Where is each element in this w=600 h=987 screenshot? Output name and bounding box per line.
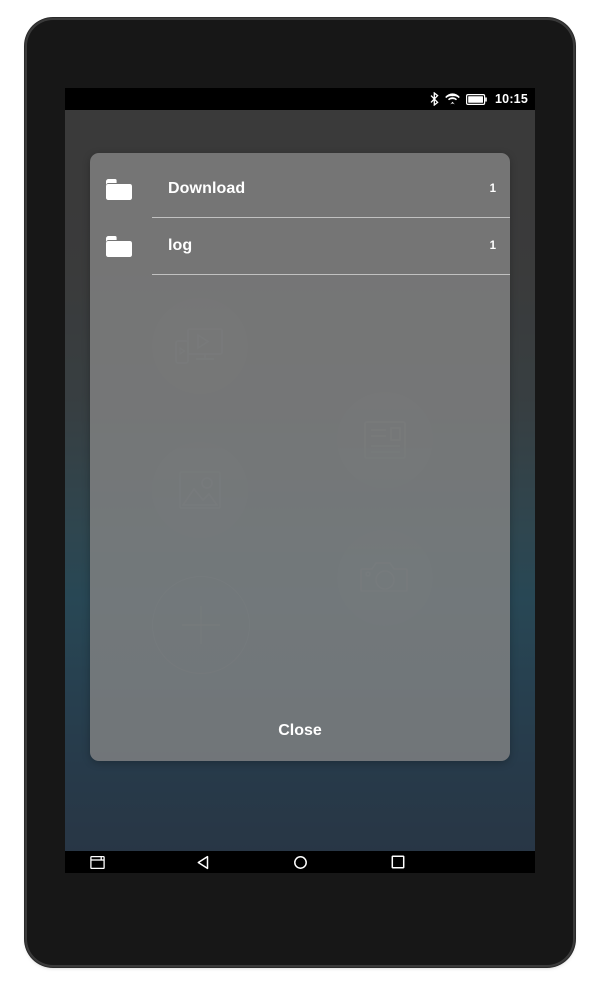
- navigation-bar: [65, 851, 535, 873]
- nav-home-button[interactable]: [278, 851, 322, 873]
- bluetooth-icon: [430, 92, 439, 106]
- list-item[interactable]: Download 1: [90, 161, 510, 217]
- folder-count: 1: [489, 240, 496, 252]
- folder-picker-dialog: Download 1 log 1 Close: [90, 153, 510, 761]
- nav-recents-button[interactable]: [376, 851, 420, 873]
- status-bar: 10:15: [65, 88, 535, 110]
- wifi-icon: [445, 92, 460, 106]
- folder-icon: [106, 235, 136, 257]
- list-divider: [152, 274, 510, 275]
- list-item[interactable]: log 1: [90, 218, 510, 274]
- folder-list: Download 1 log 1: [90, 153, 510, 701]
- folder-name: log: [168, 237, 193, 254]
- device-screen: Download 1 log 1 Close 10:15: [65, 88, 535, 873]
- folder-count: 1: [489, 183, 496, 195]
- folder-icon: [106, 178, 136, 200]
- status-bar-clock: 10:15: [495, 92, 528, 106]
- nav-screenshot-button[interactable]: [75, 851, 119, 873]
- battery-icon: [466, 93, 487, 105]
- nav-back-button[interactable]: [181, 851, 225, 873]
- folder-name: Download: [168, 180, 246, 197]
- close-button[interactable]: Close: [90, 701, 510, 761]
- tablet-device-frame: Download 1 log 1 Close 10:15: [27, 20, 573, 965]
